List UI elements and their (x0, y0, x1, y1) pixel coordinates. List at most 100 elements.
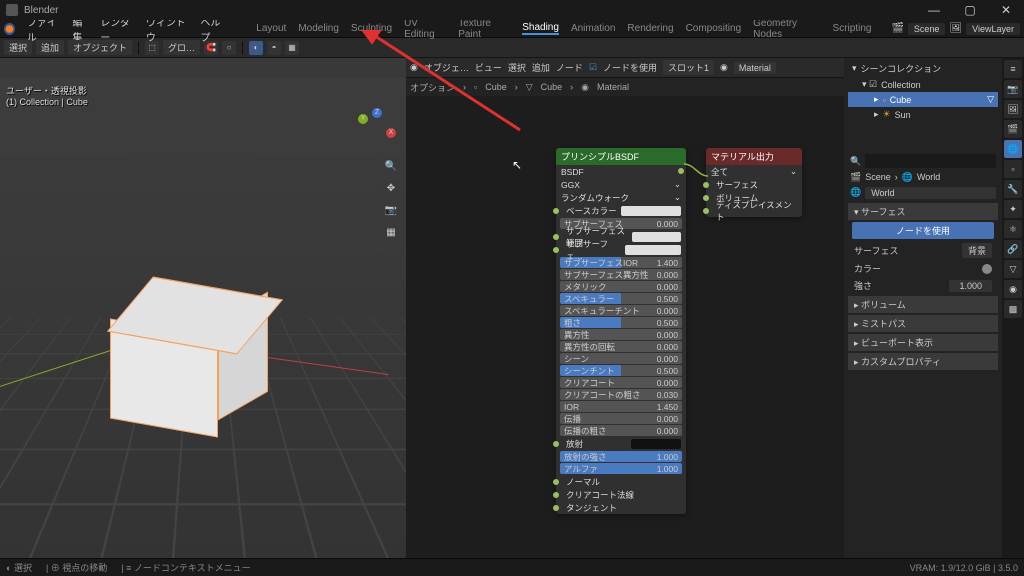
use-nodes-button[interactable]: ノードを使用 (852, 222, 994, 239)
bsdf-slider[interactable]: スペキュラー0.500 (560, 293, 682, 304)
pan-icon[interactable]: ✥ (382, 180, 400, 198)
zoom-icon[interactable]: 🔍 (382, 158, 400, 176)
bsdf-prop[interactable]: ベースカラー (556, 204, 686, 217)
tab-render-icon[interactable]: ≡ (1004, 60, 1022, 78)
search-icon[interactable]: 🔍 (850, 156, 861, 167)
tab-shading[interactable]: Shading (522, 22, 559, 35)
bsdf-slider[interactable]: IOR1.450 (560, 401, 682, 412)
clearcoat-normal-socket[interactable]: クリアコート法線 (556, 488, 686, 501)
ne-view[interactable]: ビュー (475, 61, 502, 74)
bsdf-slider[interactable]: クリアコート0.000 (560, 377, 682, 388)
snap-icon[interactable]: 🧲 (204, 41, 218, 55)
bsdf-slider[interactable]: 粗さ0.500 (560, 317, 682, 328)
tangent-socket[interactable]: タンジェント (556, 501, 686, 514)
tab-modifier-icon[interactable]: 🔧 (1004, 180, 1022, 198)
cube-object[interactable] (110, 298, 250, 428)
tab-output-icon[interactable]: 📷 (1004, 80, 1022, 98)
node-principled-bsdf[interactable]: プリンシプルBSDF BSDF GGX⌄ ランダムウォーク⌄ ベースカラーサブサ… (556, 148, 686, 514)
tab-world-icon[interactable]: 🌐 (1004, 140, 1022, 158)
collection-row[interactable]: ▾ ☑ Collection (848, 77, 998, 92)
tab-animation[interactable]: Animation (571, 23, 615, 34)
window-close[interactable]: ✕ (988, 0, 1024, 20)
tab-constraint-icon[interactable]: 🔗 (1004, 240, 1022, 258)
bsdf-slider[interactable]: シーン0.000 (560, 353, 682, 364)
tab-material-icon[interactable]: ◉ (1004, 280, 1022, 298)
orientation-icon[interactable]: ⬚ (145, 41, 159, 55)
search-input[interactable] (865, 154, 996, 168)
emit-color[interactable]: 放射 (556, 437, 686, 450)
tab-scene-icon[interactable]: 🎬 (1004, 120, 1022, 138)
editor-type-icon[interactable]: ◉ (410, 62, 418, 73)
tab-geonodes[interactable]: Geometry Nodes (753, 18, 820, 40)
tab-texturepaint[interactable]: Texture Paint (458, 18, 510, 40)
orientation-select[interactable]: グロ… (163, 40, 200, 55)
bsdf-slider[interactable]: 伝播0.000 (560, 413, 682, 424)
normal-socket[interactable]: ノーマル (556, 475, 686, 488)
node-editor[interactable]: ◉ オブジェ… ビュー 選択 追加 ノード ☑ ノードを使用 スロット1 ◉ M… (406, 58, 844, 558)
proportional-icon[interactable]: ○ (222, 41, 236, 55)
window-minimize[interactable]: — (916, 0, 952, 20)
bc-world[interactable]: World (917, 172, 940, 183)
ne-add[interactable]: 追加 (532, 61, 550, 74)
node-title[interactable]: プリンシプルBSDF (556, 148, 686, 165)
tab-particles-icon[interactable]: ✦ (1004, 200, 1022, 218)
world-select[interactable]: World (865, 187, 996, 199)
tab-texture-icon[interactable]: ▩ (1004, 300, 1022, 318)
disp-socket[interactable]: ディスプレイスメント (706, 204, 802, 217)
randomwalk-select[interactable]: ランダムウォーク (561, 192, 629, 204)
gizmo-y[interactable]: Y (358, 114, 368, 124)
obj-dropdown[interactable]: オブジェ… (424, 61, 469, 74)
gizmo-x[interactable]: X (386, 128, 396, 138)
camera-icon[interactable]: 📷 (382, 202, 400, 220)
strength-value[interactable]: 1.000 (949, 280, 992, 292)
custom-panel[interactable]: ▸ カスタムプロパティ (848, 353, 998, 370)
tab-compositing[interactable]: Compositing (686, 23, 742, 34)
add-menu[interactable]: 追加 (36, 40, 64, 55)
bc-cube[interactable]: Cube (485, 82, 507, 92)
slot-select[interactable]: スロット1 (663, 60, 714, 75)
ne-select[interactable]: 選択 (508, 61, 526, 74)
bsdf-prop[interactable]: サブサーフェ… (556, 243, 686, 256)
sun-row[interactable]: ▸ ☀ Sun (848, 107, 998, 122)
viewlayer-name[interactable]: ViewLayer (966, 23, 1020, 35)
bsdf-slider[interactable]: シーンチント0.500 (560, 365, 682, 376)
alpha-slider[interactable]: アルファ1.000 (560, 463, 682, 474)
bsdf-slider[interactable]: サブサーフェス異方性0.000 (560, 269, 682, 280)
nav-gizmo[interactable]: Z Y X (352, 108, 396, 152)
options-label[interactable]: オプション (410, 81, 455, 94)
tab-object-icon[interactable]: ▫ (1004, 160, 1022, 178)
viewport-3d[interactable]: Z Y X 🔍 ✥ 📷 ▦ ユーザー・透視投影 (1) Collection |… (0, 58, 406, 558)
overlay-icon[interactable]: ◓ (267, 41, 281, 55)
bsdf-slider[interactable]: 異方性0.000 (560, 329, 682, 340)
viewport-panel[interactable]: ▸ ビューポート表示 (848, 334, 998, 351)
tab-physics-icon[interactable]: ⚛ (1004, 220, 1022, 238)
matout-target[interactable]: 全て (711, 166, 728, 178)
shading-icon[interactable]: ◐ (249, 41, 263, 55)
ggx-select[interactable]: GGX (561, 180, 580, 190)
tab-sculpting[interactable]: Sculpting (351, 23, 392, 34)
volume-panel[interactable]: ▸ ボリューム (848, 296, 998, 313)
tab-layout[interactable]: Layout (256, 23, 286, 34)
tab-data-icon[interactable]: ▽ (1004, 260, 1022, 278)
scene-collection[interactable]: ▾ シーンコレクション (848, 60, 998, 77)
tab-scripting[interactable]: Scripting (833, 23, 872, 34)
mist-panel[interactable]: ▸ ミストパス (848, 315, 998, 332)
tab-viewlayer-icon[interactable]: 🖼 (1004, 100, 1022, 118)
bsdf-output-socket[interactable]: BSDF (556, 165, 686, 178)
bsdf-slider[interactable]: 異方性の回転0.000 (560, 341, 682, 352)
persp-icon[interactable]: ▦ (382, 224, 400, 242)
tab-modeling[interactable]: Modeling (298, 23, 339, 34)
ne-node[interactable]: ノード (556, 61, 583, 74)
cube-row[interactable]: ▸ ▫ Cube ▽ (848, 92, 998, 107)
surface-socket[interactable]: サーフェス (706, 178, 802, 191)
color-swatch[interactable] (982, 264, 992, 274)
object-menu[interactable]: オブジェクト (68, 40, 132, 55)
matout-title[interactable]: マテリアル出力 (706, 148, 802, 165)
bsdf-slider[interactable]: クリアコートの粗さ0.030 (560, 389, 682, 400)
material-name[interactable]: Material (734, 62, 776, 74)
bsdf-slider[interactable]: スペキュラーチント0.000 (560, 305, 682, 316)
bc-scene[interactable]: Scene (865, 172, 891, 183)
scene-name[interactable]: Scene (908, 23, 946, 35)
surface-panel-header[interactable]: ▾ サーフェス (848, 203, 998, 220)
tab-uvediting[interactable]: UV Editing (404, 18, 446, 40)
